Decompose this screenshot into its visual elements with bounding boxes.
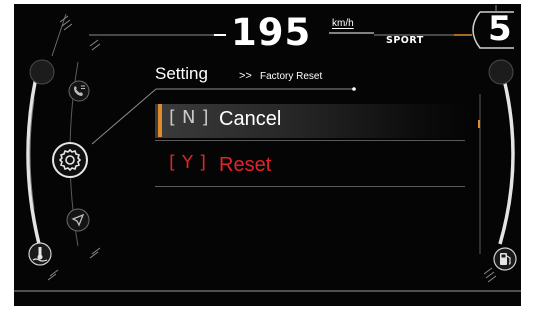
cancel-key-letter: N <box>182 107 196 128</box>
cancel-option-label: Cancel <box>219 108 282 130</box>
dashboard-screen: 195 km/h SPORT 5 Setting >> Factory Rese… <box>14 4 521 306</box>
left-gauge-top-knob <box>29 59 55 85</box>
option-divider <box>155 140 465 141</box>
gear-indicator: 5 <box>488 9 512 49</box>
phone-icon[interactable] <box>68 80 90 102</box>
reset-option-label: Reset <box>219 154 272 176</box>
right-fuel-gauge-arc <box>498 63 515 245</box>
settings-connector-line <box>91 88 157 145</box>
speed-unit: km/h <box>332 18 354 29</box>
reset-option[interactable]: [Y] Reset <box>155 148 465 182</box>
cancel-option[interactable]: [N] Cancel <box>155 104 465 138</box>
right-gauge-top-knob <box>488 59 514 85</box>
reset-key-hint: [Y] <box>169 152 207 173</box>
fuel-pump-icon <box>493 247 517 271</box>
page-title: Setting <box>155 64 208 83</box>
reset-key-letter: Y <box>182 152 194 173</box>
left-gauge-top-trace <box>51 13 67 57</box>
cancel-key-hint: [N] <box>169 107 209 128</box>
settings-icon[interactable] <box>51 141 89 179</box>
coolant-temperature-icon <box>28 242 52 266</box>
header-underline-end-dot <box>352 87 356 91</box>
breadcrumb-separator: >> <box>239 70 252 82</box>
option-divider <box>155 186 465 187</box>
selection-accent-bar <box>158 104 162 137</box>
ride-mode-label: SPORT <box>386 35 424 46</box>
breadcrumb: Factory Reset <box>260 71 323 82</box>
speed-readout: 195 <box>231 11 312 54</box>
navigation-icon[interactable] <box>66 208 90 232</box>
